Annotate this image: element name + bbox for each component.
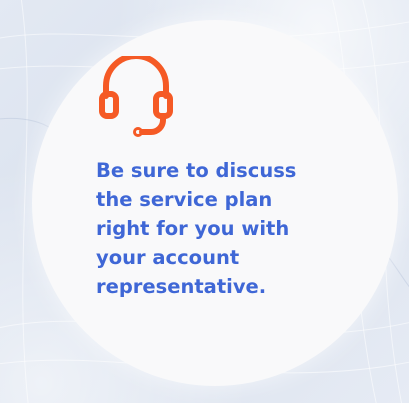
headset-icon bbox=[94, 53, 178, 140]
message-line: the service plan bbox=[96, 188, 273, 211]
service-plan-message: Be sure to discuss the service plan righ… bbox=[96, 156, 346, 301]
message-line: right for you with bbox=[96, 217, 290, 240]
message-line: representative. bbox=[96, 275, 267, 298]
message-line: Be sure to discuss bbox=[96, 159, 297, 182]
message-line: your account bbox=[96, 246, 240, 269]
